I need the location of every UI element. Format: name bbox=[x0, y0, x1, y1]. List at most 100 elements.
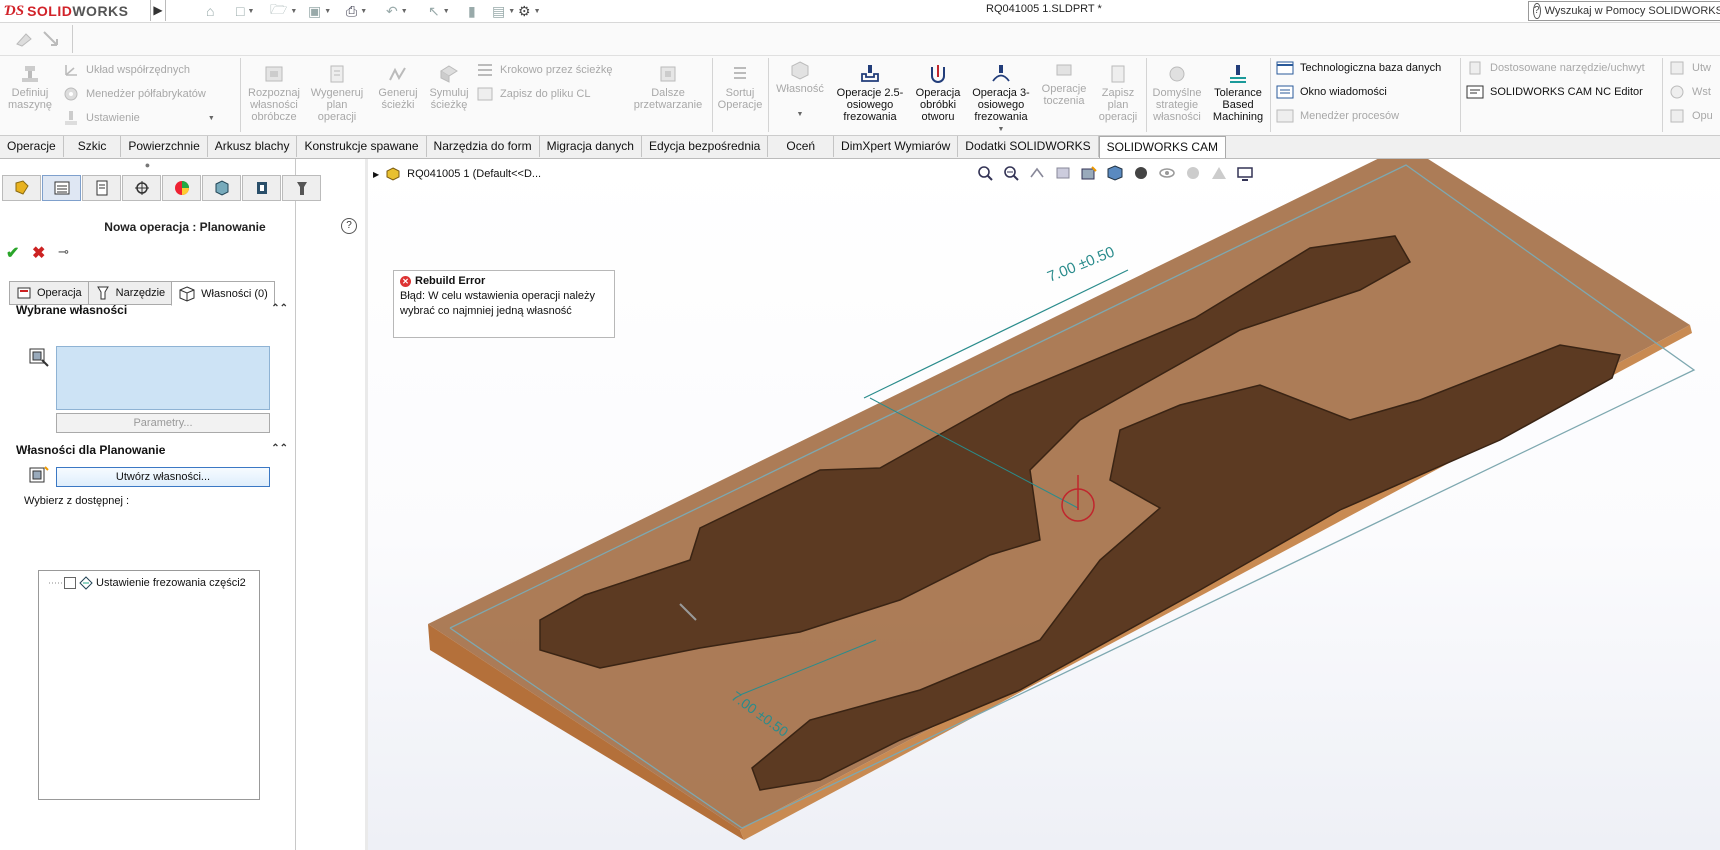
sort-operations-button[interactable]: Sortuj Operacje bbox=[716, 64, 764, 111]
open-folder-icon[interactable]: 🗁 ▼ bbox=[270, 1, 297, 20]
save-icon[interactable]: ▣ ▼ bbox=[308, 2, 331, 20]
pushpin-icon[interactable]: ⊸ bbox=[58, 244, 69, 260]
expand-arrow-icon[interactable]: ▶ bbox=[373, 170, 379, 179]
panel-grip-handle[interactable]: ● bbox=[0, 159, 295, 173]
sketch-eraser-icon[interactable] bbox=[14, 30, 34, 48]
save-cl-button[interactable]: Zapisz do pliku CL bbox=[476, 86, 591, 102]
property-manager-tab[interactable] bbox=[42, 175, 81, 201]
setup-button[interactable]: Ustawienie ▼ bbox=[62, 110, 215, 126]
feature-manager-tab[interactable] bbox=[2, 175, 41, 201]
select-arrow-icon[interactable]: ↖ ▼ bbox=[428, 2, 450, 20]
configuration-manager-tab[interactable] bbox=[82, 175, 121, 201]
ok-checkmark-icon[interactable]: ✔ bbox=[6, 243, 19, 263]
tab-operacje[interactable]: Operacje bbox=[0, 136, 64, 157]
display-manager-tab[interactable] bbox=[162, 175, 201, 201]
cam-feature-tree-tab[interactable] bbox=[202, 175, 241, 201]
features-for-planning-section-header[interactable]: Własności dla Planowanie ⌃⌃ bbox=[16, 443, 292, 457]
menu-expand-arrow[interactable]: ▶ bbox=[150, 0, 166, 21]
wst-button[interactable]: Wst bbox=[1668, 84, 1711, 100]
rebuild-icon[interactable]: ▮ bbox=[468, 2, 476, 20]
stock-manager-button[interactable]: Menedżer półfabrykatów bbox=[62, 86, 206, 102]
collapse-chevron-icon[interactable]: ⌃⌃ bbox=[271, 443, 288, 454]
tab-konstrukcje-spawane[interactable]: Konstrukcje spawane bbox=[297, 136, 427, 157]
setup-dropdown-icon[interactable]: ▼ bbox=[208, 115, 215, 122]
utw-button[interactable]: Utw bbox=[1668, 60, 1711, 76]
section-view-icon[interactable] bbox=[1054, 165, 1072, 181]
tab-szkic[interactable]: Szkic bbox=[64, 136, 122, 157]
subtab-operation[interactable]: Operacja bbox=[9, 281, 89, 305]
display-style-icon[interactable] bbox=[1132, 165, 1150, 181]
tab-dodatki[interactable]: Dodatki SOLIDWORKS bbox=[958, 136, 1099, 157]
parameters-button[interactable]: Parametry... bbox=[56, 413, 270, 433]
flyout-tree-root[interactable]: ▶ RQ041005 1 (Default<<D... bbox=[373, 167, 541, 181]
op-3-axis-dropdown-icon[interactable]: ▼ bbox=[966, 124, 1036, 136]
dynamic-annotation-icon[interactable] bbox=[1080, 165, 1098, 181]
view-orientation-icon[interactable] bbox=[1106, 165, 1124, 181]
zoom-to-fit-icon[interactable] bbox=[976, 165, 994, 181]
step-through-button[interactable]: Krokowo przez ścieżkę bbox=[476, 62, 613, 78]
message-window-button[interactable]: Okno wiadomości bbox=[1276, 84, 1387, 100]
tab-narzedzia-do-form[interactable]: Narzędzia do form bbox=[427, 136, 540, 157]
tab-migracja-danych[interactable]: Migracja danych bbox=[540, 136, 642, 157]
tree-item-checkbox[interactable] bbox=[64, 577, 76, 589]
print-icon[interactable]: ⎙ ▼ bbox=[346, 2, 367, 20]
op-25-axis-label: Operacje 2.5-osiowego frezowania bbox=[836, 87, 904, 123]
tolerance-based-machining-button[interactable]: Tolerance Based Machining bbox=[1208, 64, 1268, 123]
diagonal-arrow-icon[interactable] bbox=[42, 30, 60, 48]
apply-scene-icon[interactable] bbox=[1210, 165, 1228, 181]
previous-view-icon[interactable] bbox=[1028, 165, 1046, 181]
cam-tool-tree-tab[interactable] bbox=[282, 175, 321, 201]
cancel-x-icon[interactable]: ✖ bbox=[32, 243, 45, 263]
tech-db-button[interactable]: Technologiczna baza danych bbox=[1276, 60, 1441, 76]
solidworks-logo[interactable]: ƊS SOLIDWORKS bbox=[4, 1, 129, 21]
tab-edycja-bezposrednia[interactable]: Edycja bezpośrednia bbox=[642, 136, 769, 157]
undo-icon[interactable]: ↶ ▼ bbox=[386, 2, 408, 20]
default-strategy-button[interactable]: Domyślne strategie własności bbox=[1150, 64, 1204, 123]
cam-operation-tree-tab[interactable] bbox=[242, 175, 281, 201]
opu-button[interactable]: Opu bbox=[1668, 108, 1713, 124]
tab-powierzchnie[interactable]: Powierzchnie bbox=[121, 136, 208, 157]
op-hole-button[interactable]: Operacja obróbki otworu bbox=[912, 64, 964, 123]
feature-button[interactable]: Własność ▼ bbox=[772, 60, 828, 121]
recognize-features-button[interactable]: Rozpoznaj własności obróbcze bbox=[246, 64, 302, 123]
available-features-tree[interactable]: Ustawienie frezowania części2 bbox=[38, 570, 260, 800]
define-machine-button[interactable]: Definiuj maszynę bbox=[6, 64, 54, 111]
selected-features-section-header[interactable]: Wybrane własności ⌃⌃ bbox=[16, 303, 292, 317]
op-3-axis-button[interactable]: Operacja 3-osiowego frezowania ▼ bbox=[966, 64, 1036, 136]
tree-item-mill-setup[interactable]: Ustawienie frezowania części2 bbox=[51, 576, 246, 590]
options-gear-icon[interactable]: ⚙ ▼ bbox=[518, 2, 541, 20]
save-plan-button[interactable]: Zapisz plan operacji bbox=[1094, 64, 1142, 123]
simulate-toolpath-button[interactable]: Symuluj ścieżkę bbox=[428, 64, 470, 111]
home-icon[interactable]: ⌂ bbox=[206, 2, 214, 20]
custom-tool-button[interactable]: Dostosowane narzędzie/uchwyt bbox=[1466, 60, 1645, 76]
zoom-to-area-icon[interactable] bbox=[1002, 165, 1020, 181]
process-manager-button[interactable]: Menedżer procesów bbox=[1276, 108, 1399, 124]
feature-dropdown-icon[interactable]: ▼ bbox=[772, 109, 828, 121]
selected-features-listbox[interactable] bbox=[56, 346, 270, 410]
help-question-icon[interactable]: ? bbox=[341, 218, 357, 234]
coord-system-button[interactable]: Układ współrzędnych bbox=[62, 62, 190, 78]
subtab-tool[interactable]: Narzędzie bbox=[87, 281, 173, 305]
op-25-axis-button[interactable]: Operacje 2.5-osiowego frezowania bbox=[832, 64, 908, 123]
nc-editor-button[interactable]: SOLIDWORKS CAM NC Editor bbox=[1466, 84, 1643, 100]
tab-ocen[interactable]: Oceń bbox=[768, 136, 835, 157]
post-process-button[interactable]: Dalsze przetwarzanie bbox=[628, 64, 708, 111]
tab-dimxpert[interactable]: DimXpert Wymiarów bbox=[834, 136, 959, 157]
collapse-chevron-icon[interactable]: ⌃⌃ bbox=[271, 303, 288, 314]
op-turning-button[interactable]: Operacje toczenia bbox=[1038, 60, 1090, 107]
hide-show-items-icon[interactable] bbox=[1158, 165, 1176, 181]
generate-plan-icon bbox=[330, 65, 344, 83]
edit-appearance-icon[interactable] bbox=[1184, 165, 1202, 181]
graphics-viewport[interactable]: 7.00 ±0.50 7.00 ±0.50 bbox=[368, 159, 1720, 850]
tab-solidworks-cam[interactable]: SOLIDWORKS CAM bbox=[1098, 136, 1227, 158]
help-search-input[interactable]: ? Wyszukaj w Pomocy SOLIDWORKS bbox=[1528, 1, 1720, 21]
view-settings-icon[interactable] bbox=[1236, 165, 1254, 181]
new-document-icon[interactable]: □ ▼ bbox=[236, 2, 254, 20]
create-features-button[interactable]: Utwórz własności... bbox=[56, 467, 270, 487]
file-properties-icon[interactable]: ▤ ▼ bbox=[492, 2, 515, 20]
generate-plan-button[interactable]: Wygeneruj plan operacji bbox=[308, 64, 366, 123]
cam-model-view[interactable] bbox=[368, 159, 1720, 850]
generate-toolpath-button[interactable]: Generuj ścieżki bbox=[372, 64, 424, 111]
dimxpert-manager-tab[interactable] bbox=[122, 175, 161, 201]
tab-arkusz-blachy[interactable]: Arkusz blachy bbox=[208, 136, 298, 157]
